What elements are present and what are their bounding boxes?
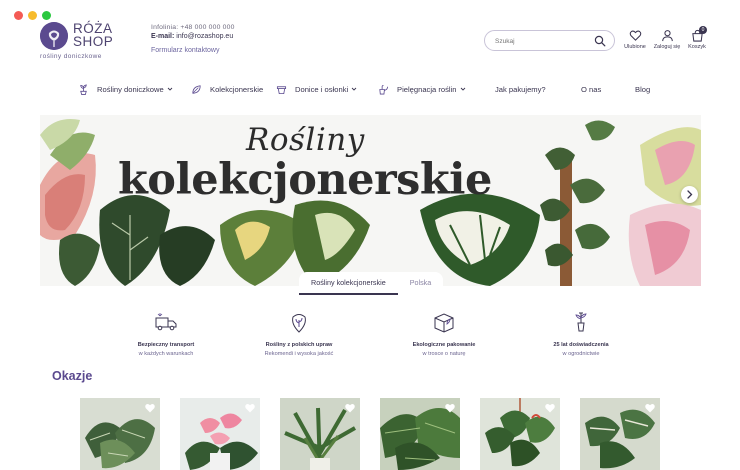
user-icon	[661, 30, 673, 42]
email-label: E-mail:	[151, 33, 175, 40]
nav-item-blog[interactable]: Blog	[635, 82, 650, 96]
slider-next-button[interactable]	[681, 186, 698, 203]
leaf-icon	[192, 84, 201, 94]
nav-item-packing[interactable]: Jak pakujemy?	[495, 82, 546, 96]
nav-item-about[interactable]: O nas	[581, 82, 601, 96]
contact-form-link[interactable]: Formularz kontaktowy	[151, 47, 219, 54]
hero-banner[interactable]: Rośliny kolekcjonerskie	[40, 115, 701, 286]
close-window-button[interactable]	[14, 11, 23, 20]
hero-title: kolekcjonerskie	[118, 155, 492, 205]
favorites-label: Ulubione	[624, 44, 646, 50]
heart-icon	[629, 30, 641, 41]
section-title-deals: Okazje	[52, 369, 93, 383]
care-icon	[379, 84, 389, 94]
tab-poland[interactable]: Polska	[398, 272, 444, 295]
nav-label: O nas	[581, 84, 602, 94]
nav-label: Donice i osłonki	[295, 84, 349, 94]
cart-count-badge: 0	[699, 26, 707, 34]
eco-box-icon	[434, 313, 454, 333]
feature-title: 25 lat doświadczenia	[553, 342, 609, 348]
search-input[interactable]	[495, 35, 591, 47]
plant-icon	[80, 83, 87, 95]
feature-subtitle: w ogrodnictwie	[562, 351, 600, 357]
logo-line-2: SHOP	[73, 34, 114, 49]
feature-experience: 25 lat doświadczenia w ogrodnictwie	[516, 310, 646, 357]
product-card[interactable]	[480, 398, 560, 470]
chevron-down-icon	[460, 87, 465, 91]
feature-eco-packaging: Ekologiczne pakowanie w trosce o naturę	[379, 310, 509, 357]
chevron-down-icon	[167, 87, 173, 91]
product-card[interactable]	[280, 398, 360, 470]
feature-title: Ekologiczne pakowanie	[412, 342, 476, 348]
heart-icon[interactable]	[144, 402, 156, 414]
plant-origin-icon	[292, 314, 306, 333]
logo-tagline: rośliny doniczkowe	[40, 53, 102, 60]
cart-button[interactable]: Koszyk	[682, 29, 712, 50]
tab-collector-plants[interactable]: Rośliny kolekcjonerskie	[299, 272, 398, 295]
nav-label: Pielęgnacja roślin	[397, 84, 457, 94]
favorites-button[interactable]: Ulubione	[620, 29, 650, 50]
heart-icon[interactable]	[444, 402, 456, 414]
feature-subtitle: w każdych warunkach	[138, 351, 194, 357]
heart-icon[interactable]	[244, 402, 256, 414]
feature-subtitle: Rekomendi i wysoka jakość	[264, 351, 334, 357]
cart-label: Koszyk	[688, 44, 706, 50]
logo-icon[interactable]	[40, 22, 68, 50]
minimize-window-button[interactable]	[28, 11, 37, 20]
hero-script-text: Rośliny	[246, 122, 365, 158]
maximize-window-button[interactable]	[42, 11, 51, 20]
search-icon[interactable]	[594, 35, 606, 47]
nav-item-collectors[interactable]: Kolekcjonerskie	[191, 82, 263, 96]
hero-tabs: Rośliny kolekcjonerskie Polska	[299, 272, 444, 295]
email-contact[interactable]: E-mail: info@rozashop.eu	[151, 33, 233, 40]
truck-icon	[155, 313, 177, 331]
chevron-down-icon	[351, 87, 357, 91]
feature-title: Rośliny z polskich upraw	[265, 342, 333, 348]
nav-label: Blog	[635, 84, 651, 94]
nav-label: Jak pakujemy?	[495, 84, 546, 94]
email-value[interactable]: info@rozashop.eu	[176, 33, 233, 40]
nav-label: Kolekcjonerskie	[210, 84, 264, 94]
heart-icon[interactable]	[344, 402, 356, 414]
product-card[interactable]	[580, 398, 660, 470]
nav-item-pots[interactable]: Donice i osłonki	[276, 82, 357, 96]
pot-icon	[276, 85, 287, 94]
product-card[interactable]	[80, 398, 160, 470]
nav-item-potted-plants[interactable]: Rośliny doniczkowe	[78, 82, 173, 96]
search-box[interactable]	[484, 30, 615, 51]
nav-label: Rośliny doniczkowe	[97, 84, 164, 94]
nav-item-plant-care[interactable]: Pielęgnacja roślin	[378, 82, 466, 96]
feature-polish-plants: Rośliny z polskich upraw Rekomendi i wys…	[234, 310, 364, 357]
feature-subtitle: w trosce o naturę	[422, 351, 466, 357]
logo-wordmark[interactable]: RÓŻA SHOP	[73, 22, 114, 49]
heart-icon[interactable]	[544, 402, 556, 414]
feature-transport: Bezpieczny transport w każdych warunkach	[101, 310, 231, 357]
heart-icon[interactable]	[644, 402, 656, 414]
product-card[interactable]	[380, 398, 460, 470]
login-label: Zaloguj się	[653, 44, 681, 50]
shovel-icon	[575, 312, 587, 332]
chevron-right-icon	[687, 190, 693, 199]
hotline-text: Infolinia: +48 000 000 000	[151, 24, 235, 31]
login-button[interactable]: Zaloguj się	[652, 29, 682, 50]
product-card[interactable]	[180, 398, 260, 470]
feature-title: Bezpieczny transport	[137, 342, 195, 348]
